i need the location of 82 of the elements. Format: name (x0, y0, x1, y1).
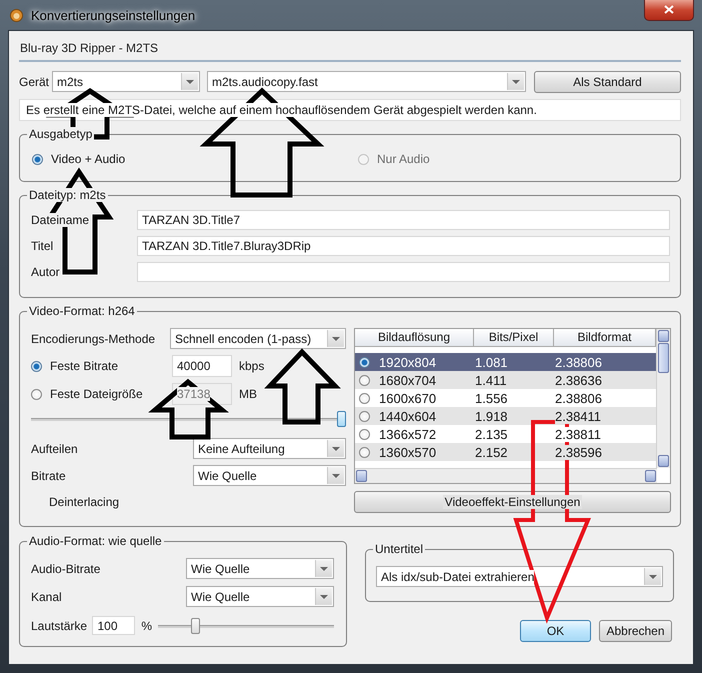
radio-option[interactable]: Feste Dateigröße (31, 387, 141, 401)
set-default-button[interactable]: Als Standard (534, 70, 681, 92)
app-icon (10, 8, 23, 22)
unit-label: % (141, 618, 152, 632)
table-row[interactable]: 1920x804 1.081 2.38806 (355, 353, 657, 371)
table-cell-text: 1.556 (475, 390, 509, 406)
table-cell: 2.38596 (555, 444, 602, 460)
row-radio[interactable] (359, 428, 370, 440)
table-row[interactable]: 1440x604 1.918 2.38411 (355, 407, 657, 425)
vertical-scrollbar[interactable] (656, 329, 670, 468)
group-title: Untertitel (373, 542, 426, 556)
group-title: Ausgabetyp (27, 127, 94, 141)
table-row[interactable]: 1680x704 1.411 2.38636 (355, 371, 657, 389)
split-dropdown[interactable]: Keine Aufteilung (193, 438, 346, 459)
deinterlacing-label: Deinterlacing (49, 495, 120, 509)
table-cell: 2.38811 (555, 426, 602, 442)
table-cell: 2.38806 (555, 354, 602, 370)
column-header[interactable]: Bits/Pixel (474, 329, 554, 346)
quality-slider[interactable] (31, 411, 346, 427)
field-label: Titel (31, 239, 54, 253)
unit-label: kbps (239, 359, 264, 373)
video-effects-button[interactable]: Videoeffekt-Einstellungen (354, 491, 671, 513)
table-cell-text: 1600x670 (379, 390, 438, 406)
row-radio[interactable] (359, 356, 370, 368)
radio-option[interactable]: Video + Audio (32, 152, 126, 166)
table-cell-text: 1680x704 (379, 372, 438, 388)
group-title: Video-Format: h264 (27, 304, 137, 318)
row-radio[interactable] (359, 410, 370, 422)
row-radio[interactable] (359, 374, 370, 386)
channel-dropdown[interactable]: Wie Quelle (186, 586, 334, 607)
horizontal-scrollbar[interactable] (355, 468, 657, 483)
table-cell: 2.38806 (555, 390, 602, 406)
table-cell-text: 1920x804 (379, 354, 438, 370)
subtitles-dropdown[interactable]: Als idx/sub-Datei extrahieren (376, 566, 663, 587)
cancel-button[interactable]: Abbrechen (599, 620, 672, 642)
radio-option[interactable]: Feste Bitrate (31, 359, 141, 373)
table-cell: 2.38636 (555, 372, 602, 388)
table-cell-text: 1.411 (475, 372, 508, 388)
unit-label: MB (239, 387, 257, 401)
device-dropdown[interactable]: m2ts (52, 71, 200, 92)
close-button[interactable] (644, 0, 694, 20)
table-cell: 2.38411 (555, 408, 602, 424)
group-title: Dateityp: m2ts (27, 188, 108, 202)
table-cell-text: 1.081 (475, 354, 509, 370)
split-label: Aufteilen (31, 442, 78, 456)
encoding-label: Encodierungs-Methode (31, 332, 156, 346)
field-label: Autor (31, 265, 60, 279)
table-cell-text: 1.918 (475, 408, 509, 424)
row-radio[interactable] (359, 392, 370, 404)
volume-slider[interactable] (158, 618, 334, 634)
volume-label: Lautstärke (31, 618, 88, 632)
audio-bitrate-dropdown[interactable]: Wie Quelle (186, 558, 334, 579)
audio-bitrate-label: Audio-Bitrate (31, 562, 100, 576)
bitrate-dropdown[interactable]: Wie Quelle (193, 465, 346, 486)
group-title: Audio-Format: wie quelle (27, 534, 164, 548)
table-cell-text: 1360x570 (379, 444, 438, 460)
ok-button[interactable]: OK (520, 620, 591, 642)
input-field[interactable]: 37138 (172, 383, 232, 405)
field-label: Dateiname (31, 213, 90, 227)
table-cell-text: 1366x572 (379, 426, 438, 442)
bitrate-label: Bitrate (31, 468, 66, 482)
table-row[interactable]: 1360x570 2.152 2.38596 (355, 443, 657, 461)
close-icon (664, 5, 674, 14)
input-field[interactable]: 40000 (172, 355, 232, 377)
table-cell-text: 2.135 (475, 426, 509, 442)
input-field[interactable]: TARZAN 3D.Title7.Bluray3DRip (137, 236, 670, 256)
table-cell-text: 1440x604 (379, 408, 438, 424)
column-header[interactable]: Bildauflösung (355, 329, 474, 346)
row-radio[interactable] (359, 446, 370, 458)
table-cell-text: 2.152 (475, 444, 509, 460)
dialog-header: Blu-ray 3D Ripper - M2TS (19, 40, 681, 62)
device-label: Gerät (19, 74, 50, 88)
encoding-dropdown[interactable]: Schnell encoden (1-pass) (170, 328, 346, 349)
slider-thumb[interactable] (191, 618, 200, 634)
window-title: Konvertierungseinstellungen (31, 8, 196, 22)
input-field[interactable] (137, 262, 670, 282)
slider-thumb[interactable] (337, 411, 346, 427)
volume-field[interactable]: 100 (92, 616, 136, 635)
input-field[interactable]: TARZAN 3D.Title7 (137, 210, 670, 230)
channel-label: Kanal (31, 590, 62, 604)
profile-dropdown[interactable]: m2ts.audiocopy.fast (207, 71, 526, 92)
description-text: Es erstellt eine M2TS-Datei, welche auf einem hochauflösendem Gerät abgespielt werden kann. (26, 103, 537, 117)
